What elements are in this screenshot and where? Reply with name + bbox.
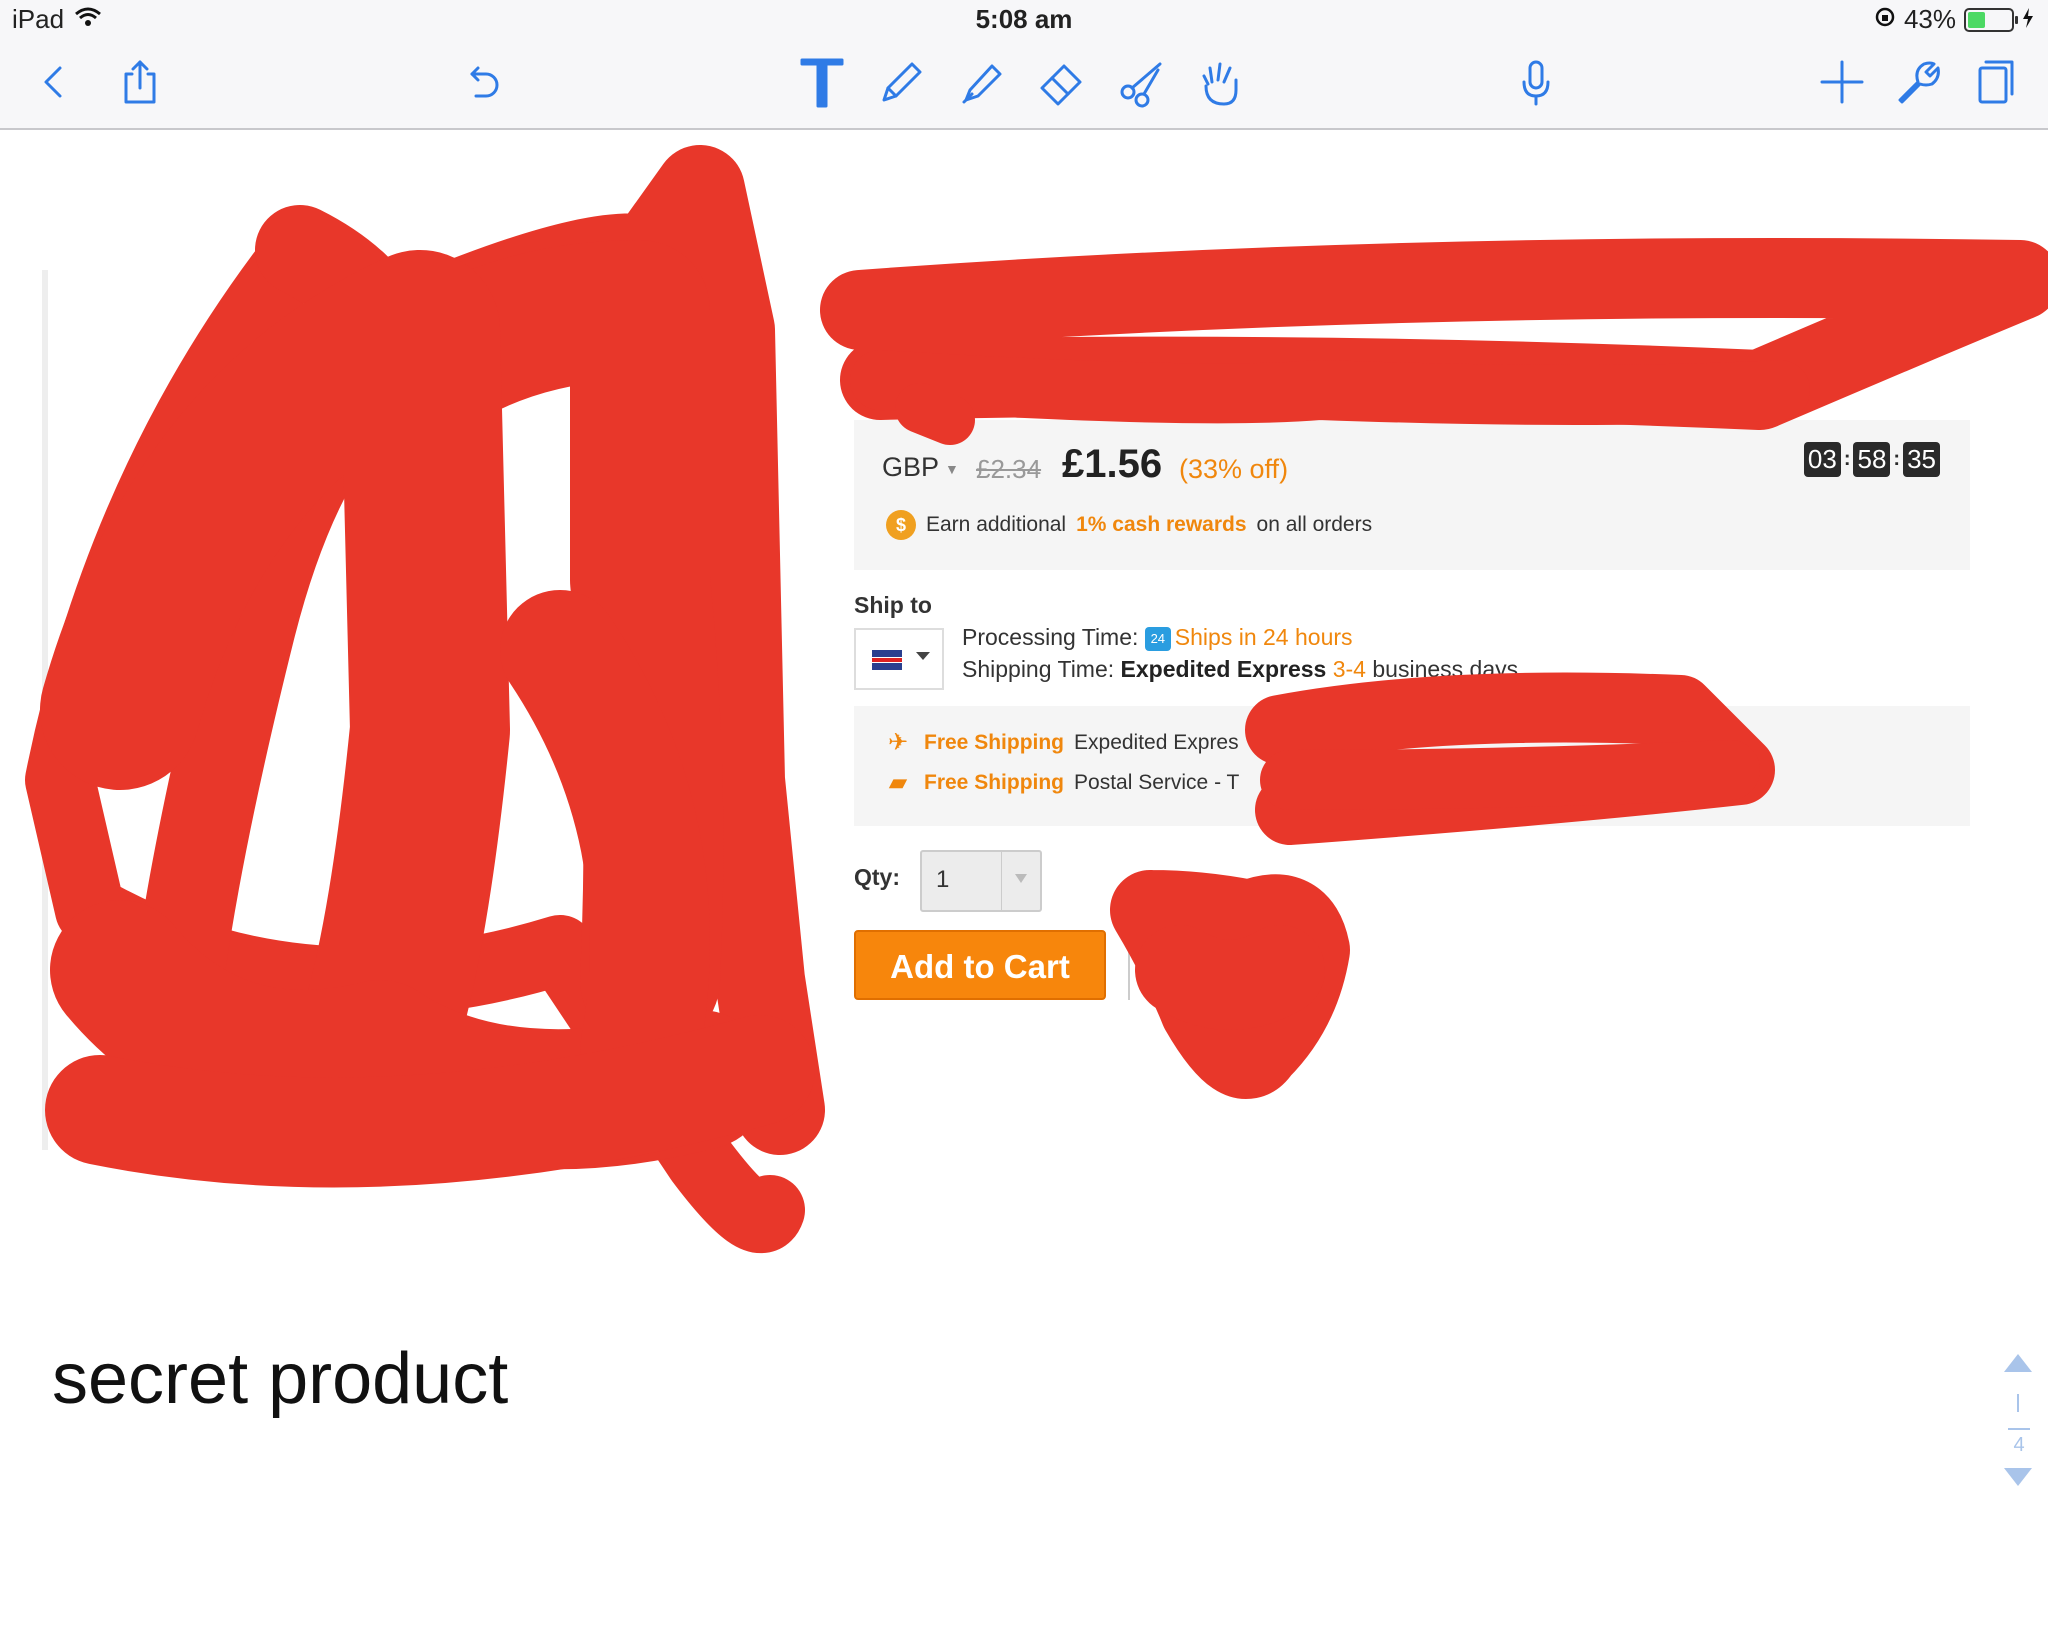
- annotation-toolbar: [0, 40, 2048, 130]
- original-price: £2.34: [976, 454, 1042, 484]
- shipping-days: 3-4: [1332, 656, 1366, 682]
- highlighter-icon[interactable]: [950, 50, 1014, 114]
- current-page-marker: [2017, 1394, 2019, 1412]
- processing-value: Ships in 24 hours: [1174, 624, 1353, 650]
- product-image-border: [42, 270, 48, 1150]
- countdown-separator: :: [1893, 448, 1901, 470]
- title-redaction: [895, 383, 975, 445]
- currency-selector[interactable]: GBP ▼: [882, 452, 959, 483]
- free-shipping-option: ✈ Free Shipping Expedited Expres: [882, 728, 1239, 757]
- airplane-icon: ✈: [887, 729, 909, 756]
- title-redaction: [850, 350, 1810, 425]
- shipping-time: Shipping Time: Expedited Express 3-4 bus…: [962, 656, 1518, 683]
- shipping-label: Shipping Time:: [962, 656, 1115, 682]
- dropdown-caret-icon: [916, 652, 930, 660]
- undo-icon[interactable]: [450, 50, 514, 114]
- pages-icon[interactable]: [1962, 50, 2026, 114]
- secondary-button-edge[interactable]: [1128, 950, 1136, 1000]
- countdown-separator: :: [1843, 448, 1851, 470]
- currency-caret-icon: ▼: [945, 460, 959, 477]
- title-redaction: [820, 238, 2048, 430]
- discount-percent: (33% off): [1179, 454, 1289, 484]
- clock: 5:08 am: [975, 4, 1073, 34]
- free-shipping-box: ✈ Free Shipping Expedited Expres ▰ Free …: [854, 706, 1970, 826]
- money-bag-icon: $: [886, 510, 916, 540]
- battery-fill: [1968, 11, 1986, 28]
- free-shipping-label: Free Shipping: [924, 730, 1065, 754]
- shipping-method: Expedited Express: [1120, 656, 1327, 682]
- image-redaction: [40, 250, 510, 1110]
- eraser-icon[interactable]: [1030, 50, 1094, 114]
- button-redaction: [1110, 870, 1350, 1099]
- rewards-suffix: on all orders: [1256, 513, 1373, 536]
- rotation-lock-icon: [1874, 4, 1896, 35]
- free-shipping-option: ▰ Free Shipping Postal Service - T: [882, 768, 1240, 797]
- charging-icon: [2022, 4, 2034, 35]
- battery-icon: [1964, 7, 2018, 32]
- countdown-hours: 03: [1803, 442, 1841, 477]
- image-redaction: [25, 215, 805, 1253]
- image-redaction: [330, 240, 724, 1050]
- countdown-timer: 03 : 58 : 35: [1803, 442, 1940, 477]
- status-bar: iPad 5:08 am 43%: [0, 0, 2048, 40]
- uk-flag-icon: [872, 650, 902, 670]
- quantity-value: 1: [936, 866, 950, 893]
- page-navigator: 4: [2000, 1354, 2040, 1634]
- free-shipping-label: Free Shipping: [924, 770, 1065, 794]
- wrench-icon[interactable]: [1884, 50, 1948, 114]
- button-redaction: [1135, 925, 1325, 1030]
- countdown-minutes: 58: [1853, 442, 1891, 477]
- quantity-label: Qty:: [854, 864, 900, 890]
- page-up-icon[interactable]: [2004, 1354, 2032, 1372]
- ship-to-label: Ship to: [854, 592, 932, 618]
- rewards-prefix: Earn additional: [926, 513, 1067, 536]
- page-down-icon[interactable]: [2004, 1468, 2032, 1486]
- image-redaction: [45, 1015, 815, 1188]
- pen-icon[interactable]: [870, 50, 934, 114]
- ships-24h-icon: 24: [1144, 626, 1171, 651]
- processing-label: Processing Time:: [962, 624, 1139, 650]
- back-icon[interactable]: [22, 50, 86, 114]
- quantity-dropdown-icon[interactable]: [1001, 852, 1040, 910]
- cash-rewards-note: $ Earn additional 1% cash rewards on all…: [886, 510, 1372, 540]
- hand-icon[interactable]: [1188, 50, 1252, 114]
- currency-label: GBP: [882, 452, 940, 482]
- image-prev-arrow-icon[interactable]: ‹: [78, 1090, 93, 1140]
- image-redaction: [135, 205, 445, 1015]
- quantity-selector[interactable]: 1: [920, 850, 1042, 912]
- image-redaction: [500, 590, 710, 1110]
- shipping-method-name: Postal Service - T: [1074, 770, 1240, 794]
- truck-icon: ▰: [888, 769, 908, 796]
- text-tool-icon[interactable]: [790, 50, 854, 114]
- page-divider: [2008, 1428, 2030, 1430]
- sale-price: £1.56: [1062, 442, 1163, 486]
- shipping-method-name: Expedited Expres: [1074, 730, 1239, 754]
- ship-to-country-selector[interactable]: [854, 628, 944, 690]
- image-redaction: [50, 900, 770, 1170]
- add-to-cart-button[interactable]: Add to Cart: [854, 930, 1106, 1000]
- page-total: 4: [2013, 1434, 2025, 1456]
- rewards-highlight[interactable]: 1% cash rewards: [1076, 513, 1246, 537]
- price-box: GBP ▼ £2.34 £1.56 (33% off) 03 : 58 : 35 …: [854, 420, 1970, 570]
- microphone-icon[interactable]: [1504, 50, 1568, 114]
- handwritten-caption: secret product: [52, 1339, 509, 1419]
- share-icon[interactable]: [108, 50, 172, 114]
- scissors-icon[interactable]: [1110, 50, 1174, 114]
- shipping-suffix: business days: [1372, 656, 1519, 682]
- document-page: ‹ GBP ▼ £2.34 £1.56 (33% off) 03 : 58 : 3…: [0, 130, 2048, 1536]
- add-icon[interactable]: [1810, 50, 1874, 114]
- image-redaction: [425, 145, 825, 1155]
- redaction-scribbles: [25, 145, 2048, 1253]
- countdown-seconds: 35: [1903, 442, 1940, 477]
- processing-time: Processing Time: 24 Ships in 24 hours: [962, 624, 1353, 651]
- battery-percent: 43%: [1903, 4, 1956, 34]
